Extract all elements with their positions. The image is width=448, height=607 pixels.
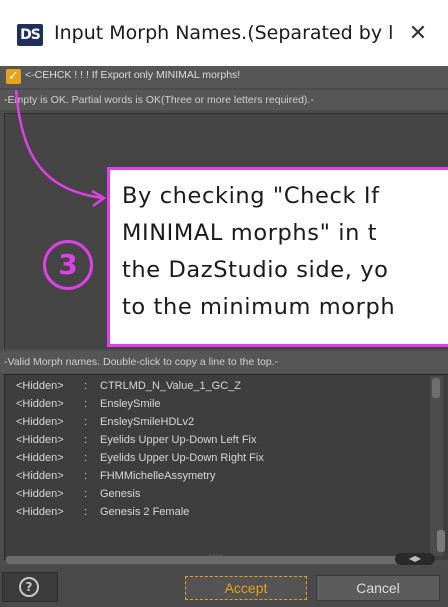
morph-separator: : bbox=[84, 452, 88, 464]
morph-status: <Hidden> bbox=[16, 380, 64, 392]
morph-separator: : bbox=[84, 434, 88, 446]
morph-status: <Hidden> bbox=[16, 434, 64, 446]
list-item[interactable]: <Hidden> : FHMMichelleAssymetry bbox=[4, 470, 430, 488]
morph-status: <Hidden> bbox=[16, 488, 64, 500]
morph-name: CTRLMD_N_Value_1_GC_Z bbox=[100, 380, 242, 392]
morph-separator: : bbox=[84, 506, 88, 518]
callout-line: the DazStudio side, yo bbox=[122, 257, 389, 283]
morph-name: Genesis 2 Female bbox=[100, 506, 190, 518]
window-title: Input Morph Names.(Separated by l... bbox=[54, 22, 394, 44]
step-number-badge: 3 bbox=[43, 240, 93, 290]
vertical-scroll-thumb[interactable] bbox=[432, 378, 440, 398]
morph-name: FHMMichelleAssymetry bbox=[100, 470, 216, 482]
list-item[interactable]: <Hidden> : Genesis 2 Female bbox=[4, 506, 430, 524]
horizontal-scroll-thumb[interactable]: ◀▶ bbox=[395, 553, 435, 565]
callout-line: By checking "Check If bbox=[122, 183, 380, 209]
input-hint-text: -Empty is OK. Partial words is OK(Three … bbox=[4, 94, 314, 106]
morph-status: <Hidden> bbox=[16, 398, 64, 410]
list-item[interactable]: <Hidden> : EnsleySmileHDLv2 bbox=[4, 416, 430, 434]
morph-status: <Hidden> bbox=[16, 506, 64, 518]
morph-name: Genesis bbox=[100, 488, 141, 500]
callout-line: to the minimum morph bbox=[122, 294, 396, 320]
cancel-button[interactable]: Cancel bbox=[316, 575, 440, 601]
morph-status: <Hidden> bbox=[16, 416, 64, 428]
list-item[interactable]: <Hidden> : EnsleySmile bbox=[4, 398, 430, 416]
morph-separator: : bbox=[84, 416, 88, 428]
list-item[interactable]: <Hidden> : Eyelids Upper Up-Down Left Fi… bbox=[4, 434, 430, 452]
list-item[interactable]: <Hidden> : CTRLMD_N_Value_1_GC_Z bbox=[4, 380, 430, 398]
resize-grip-icon[interactable]: ···· bbox=[204, 552, 228, 560]
morph-status: <Hidden> bbox=[16, 452, 64, 464]
list-item[interactable]: <Hidden> : Eyelids Upper Up-Down Right F… bbox=[4, 452, 430, 470]
morph-list-header: -Valid Morph names. Double-click to copy… bbox=[4, 356, 279, 368]
morph-status: <Hidden> bbox=[16, 470, 64, 482]
minimal-morphs-label: <-CEHCK ! ! ! If Export only MINIMAL mor… bbox=[25, 69, 241, 81]
accept-button[interactable]: Accept bbox=[185, 576, 307, 600]
minimal-morphs-checkbox[interactable]: ✓ bbox=[6, 69, 21, 84]
vertical-scrollbar[interactable] bbox=[430, 376, 443, 556]
morph-name: EnsleySmileHDLv2 bbox=[100, 416, 195, 428]
close-icon[interactable]: ✕ bbox=[398, 18, 438, 50]
morph-separator: : bbox=[84, 488, 88, 500]
annotation-callout: By checking "Check If MINIMAL morphs" in… bbox=[107, 167, 448, 347]
vertical-scroll-handle[interactable] bbox=[437, 530, 445, 552]
morph-separator: : bbox=[84, 470, 88, 482]
list-item[interactable]: <Hidden> : Genesis bbox=[4, 488, 430, 506]
morph-separator: : bbox=[84, 398, 88, 410]
morph-name: Eyelids Upper Up-Down Left Fix bbox=[100, 434, 257, 446]
daz-studio-app-icon: DS bbox=[17, 24, 43, 46]
callout-line: MINIMAL morphs" in t bbox=[122, 220, 378, 246]
morph-name: EnsleySmile bbox=[100, 398, 161, 410]
help-icon[interactable]: ? bbox=[19, 577, 39, 597]
morph-separator: : bbox=[84, 380, 88, 392]
morph-name: Eyelids Upper Up-Down Right Fix bbox=[100, 452, 264, 464]
